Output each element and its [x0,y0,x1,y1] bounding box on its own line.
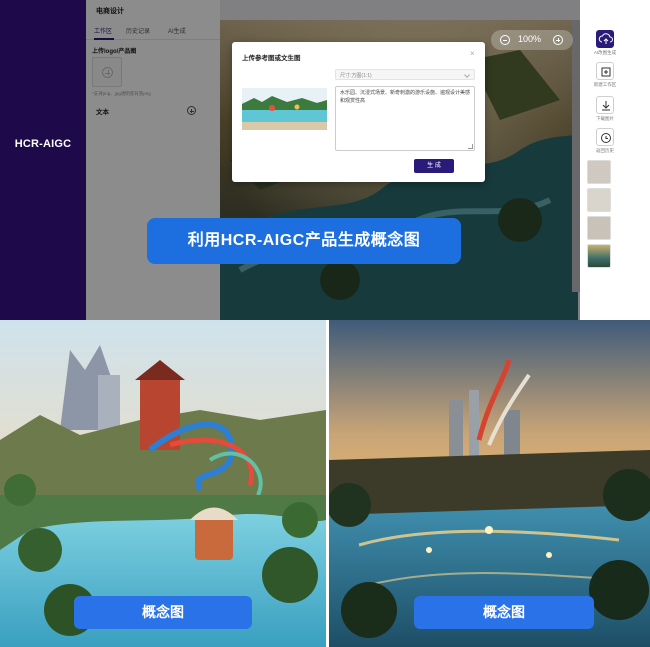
resize-handle-icon[interactable] [468,144,473,149]
ai-edit-tool[interactable]: AI改图生成 [586,30,624,56]
reference-image [242,88,327,130]
zoom-in-icon[interactable] [553,35,563,45]
composite-promo: HCR-AIGC 电商设计 工作区 历史记录 AI生成 上传logo/产品图 *… [0,0,650,647]
download-icon [596,96,614,114]
history-tool[interactable]: 返回历史 [586,128,624,154]
concept-label-right: 概念图 [414,596,594,629]
chevron-down-icon [464,71,470,78]
zoom-out-icon[interactable] [500,35,510,45]
download-tool[interactable]: 下载图片 [586,96,624,122]
promo-banner: 利用HCR-AIGC产品生成概念图 [147,218,461,264]
new-workspace-icon [596,62,614,80]
brand-panel: HCR-AIGC [0,0,86,320]
app-screenshot: HCR-AIGC 电商设计 工作区 历史记录 AI生成 上传logo/产品图 *… [0,0,650,320]
generate-dialog: 上传参考图或文生图 × 尺寸:方图(1:1) 水乐园、沉浸式场景、新奇刺激的游乐… [232,42,485,182]
tool-label: 返回历史 [596,148,614,153]
history-thumbnail[interactable] [587,160,611,184]
close-icon[interactable]: × [470,49,475,58]
tool-label: 下载图片 [596,116,614,121]
history-thumbnail[interactable] [587,244,611,268]
generate-button[interactable]: 生 成 [414,159,454,173]
history-thumbnail[interactable] [587,216,611,240]
brand-logo-text: HCR-AIGC [14,138,72,150]
size-select-value: 尺寸:方图(1:1) [340,73,372,79]
prompt-textarea[interactable]: 水乐园、沉浸式场景、新奇刺激的游乐设施、遍观设计美感和观赏性高 [335,86,475,151]
history-icon [596,128,614,146]
tool-label: 新建工作区 [593,82,617,87]
prompt-text: 水乐园、沉浸式场景、新奇刺激的游乐设施、遍观设计美感和观赏性高 [340,90,471,104]
zoom-level: 100% [518,34,542,44]
concept-label-left: 概念图 [74,596,252,629]
zoom-control: 100% [491,30,573,50]
concept-image-right: 概念图 [329,320,650,647]
size-select[interactable]: 尺寸:方图(1:1) [335,69,475,80]
new-workspace-tool[interactable]: 新建工作区 [586,62,624,88]
history-thumbnail[interactable] [587,188,611,212]
concept-image-left: 概念图 [0,320,326,647]
dialog-title: 上传参考图或文生图 [242,55,301,62]
tool-label: AI改图生成 [593,50,617,55]
cloud-upload-icon [596,30,614,48]
